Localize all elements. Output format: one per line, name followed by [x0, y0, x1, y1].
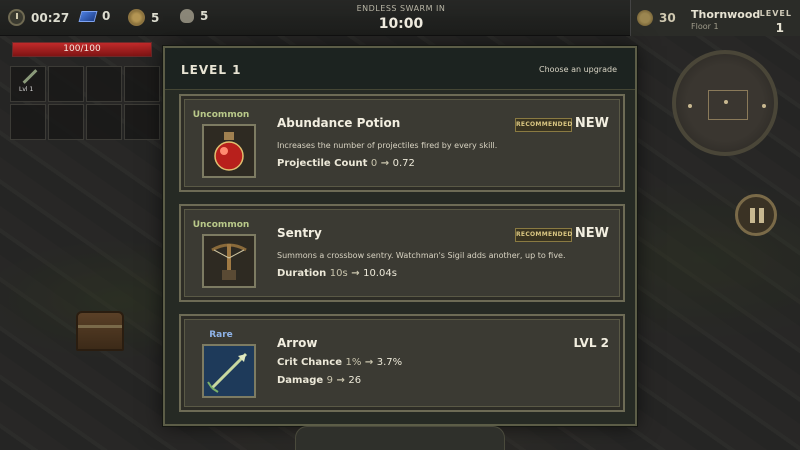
- level-label: LEVEL: [759, 9, 792, 18]
- swarm-time: 10:00: [378, 16, 424, 32]
- bottom-tab: [295, 426, 505, 450]
- skill-slot[interactable]: [48, 66, 84, 102]
- card-name: Abundance Potion: [277, 116, 401, 130]
- crossbow-icon: [202, 234, 256, 288]
- timer-value: 00:27: [31, 10, 70, 25]
- timer-stat: 00:27: [8, 9, 69, 26]
- skill-slot[interactable]: [124, 104, 160, 140]
- skill-slot[interactable]: [86, 104, 122, 140]
- stat-label: Crit Chance: [277, 357, 342, 368]
- swarm-title: ENDLESS SWARM IN: [356, 4, 446, 13]
- rarity-label: Uncommon: [192, 110, 250, 120]
- card-name: Sentry: [277, 226, 322, 240]
- arrow-icon: [202, 344, 256, 398]
- upgrade-card-arrow[interactable]: Rare Arrow LVL 2 Crit Chance 1% → 3.7% D…: [179, 314, 625, 412]
- upgrade-card-sentry[interactable]: Uncommon Sentry RECOMMENDED NEW Summons …: [179, 204, 625, 302]
- recommended-badge: RECOMMENDED: [515, 228, 572, 242]
- arrow-right-icon: →: [351, 268, 360, 279]
- skill-slot[interactable]: [86, 66, 122, 102]
- gems-stat: 0: [78, 9, 111, 23]
- minimap[interactable]: [672, 50, 778, 156]
- gem-icon: [78, 10, 98, 22]
- upgrade-panel: LEVEL 1 Choose an upgrade Uncommon Abund…: [163, 46, 637, 426]
- slot-level: Lvl 1: [19, 86, 34, 93]
- minimap-marker-icon: [762, 104, 766, 108]
- skill-slots: Lvl 1: [10, 66, 160, 140]
- coins-stat: 5: [128, 9, 159, 26]
- player-info: 30 Thornwood Floor 1 LEVEL 1: [630, 0, 800, 36]
- player-coins: 30: [659, 11, 676, 25]
- stat-line: Crit Chance 1% → 3.7%: [277, 357, 402, 368]
- stat-to: 26: [348, 375, 362, 386]
- upgrade-card-abundance-potion[interactable]: Uncommon Abundance Potion RECOMMENDED NE…: [179, 94, 625, 192]
- top-hud: 00:27 0 5 5 ENDLESS SWARM IN 10:00 30 Th…: [0, 0, 800, 36]
- minimap-marker-icon: [688, 104, 692, 108]
- stat-from: 0: [370, 158, 378, 169]
- stat-line: Damage 9 → 26: [277, 375, 361, 386]
- recommended-badge: RECOMMENDED: [515, 118, 572, 132]
- stat-line: Duration 10s → 10.04s: [277, 268, 397, 279]
- player-name: Thornwood: [691, 8, 761, 21]
- card-description: Increases the number of projectiles fire…: [277, 141, 498, 150]
- rarity-label: Uncommon: [192, 220, 250, 230]
- stat-from: 10s: [329, 268, 348, 279]
- gems-value: 0: [102, 9, 111, 23]
- treasure-chest: [76, 311, 124, 351]
- stat-line: Projectile Count 0 → 0.72: [277, 158, 415, 169]
- health-text: 100/100: [63, 44, 101, 54]
- health-bar: 100/100: [12, 42, 152, 57]
- panel-hint: Choose an upgrade: [538, 65, 617, 74]
- minimap-room: [708, 90, 748, 120]
- card-description: Summons a crossbow sentry. Watchman's Si…: [277, 251, 566, 260]
- arrow-icon: [22, 69, 38, 84]
- new-tag: NEW: [574, 116, 609, 131]
- upgrade-panel-header: LEVEL 1 Choose an upgrade: [165, 48, 635, 90]
- panel-title: LEVEL 1: [181, 63, 242, 77]
- coin-icon: [128, 9, 145, 26]
- clock-icon: [8, 9, 25, 26]
- swarm-countdown: ENDLESS SWARM IN 10:00: [355, 4, 447, 32]
- stat-label: Duration: [277, 268, 327, 279]
- arrow-right-icon: →: [380, 158, 390, 169]
- player-floor: Floor 1: [691, 22, 719, 31]
- skill-slot[interactable]: [48, 104, 84, 140]
- pause-button[interactable]: [735, 194, 777, 236]
- stat-to: 10.04s: [363, 268, 397, 279]
- skull-icon: [180, 9, 194, 23]
- skill-slot[interactable]: [10, 104, 46, 140]
- player-marker-icon: [724, 100, 728, 104]
- skill-slot[interactable]: Lvl 1: [10, 66, 46, 102]
- player-coin-icon: [637, 10, 653, 26]
- kills-stat: 5: [180, 9, 208, 23]
- arrow-right-icon: →: [336, 375, 345, 386]
- level-number: 1: [775, 21, 784, 35]
- skill-slot[interactable]: [124, 66, 160, 102]
- stat-label: Damage: [277, 375, 324, 386]
- level-tag: LVL 2: [573, 336, 609, 350]
- arrow-right-icon: →: [364, 357, 374, 368]
- card-name: Arrow: [277, 336, 318, 350]
- coins-value: 5: [151, 10, 160, 25]
- stat-label: Projectile Count: [277, 158, 368, 169]
- potion-icon: [202, 124, 256, 178]
- stat-from: 1%: [345, 357, 362, 368]
- stat-from: 9: [326, 375, 334, 386]
- rarity-label: Rare: [209, 330, 233, 340]
- new-tag: NEW: [574, 226, 609, 241]
- kills-value: 5: [200, 9, 209, 23]
- stat-to: 3.7%: [376, 357, 403, 368]
- stat-to: 0.72: [392, 158, 415, 169]
